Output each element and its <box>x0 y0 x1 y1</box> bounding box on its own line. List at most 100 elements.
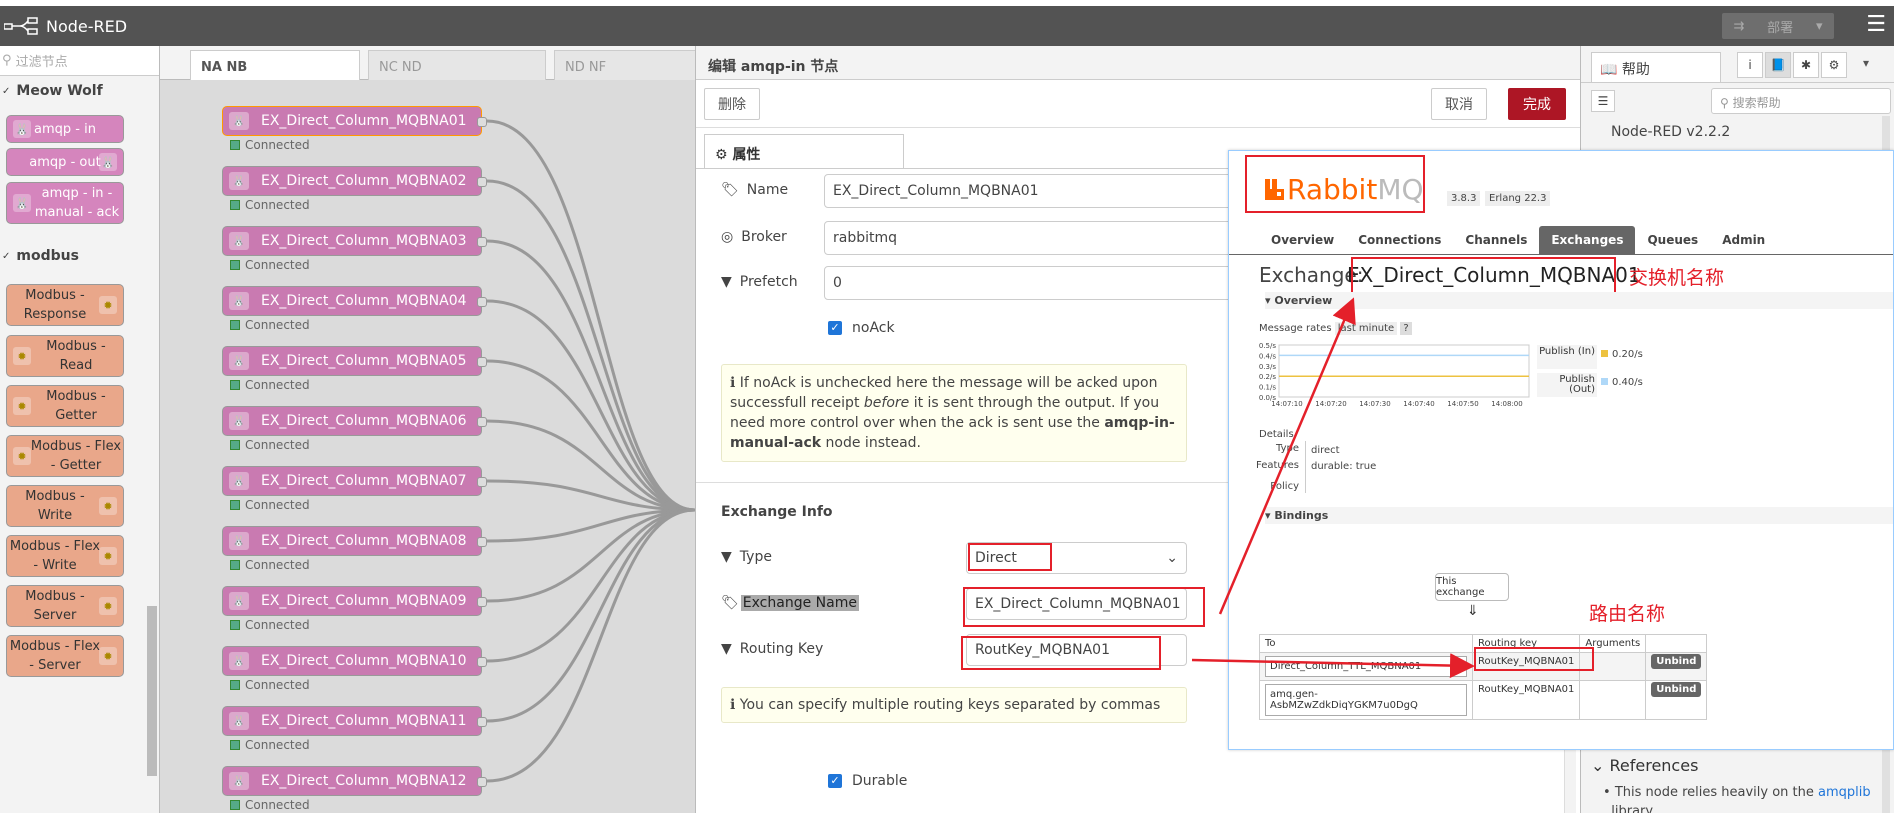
broker-row-label: ◎ Broker <box>721 229 787 245</box>
flow-node-label: EX_Direct_Column_MQBNA08 <box>261 533 467 549</box>
wire[interactable] <box>486 239 695 512</box>
book-icon[interactable]: 📘 <box>1765 52 1791 78</box>
palette-node-modbus-write[interactable]: Modbus - Write ✹ <box>6 485 124 527</box>
name-input[interactable]: EX_Direct_Column_MQBNA01 <box>824 174 1244 208</box>
palette-node-modbus-getter[interactable]: ✹ Modbus - Getter <box>6 385 124 427</box>
ref-text: This node relies heavily on the <box>1614 785 1819 800</box>
rate-range-select[interactable]: last minute <box>1334 322 1398 335</box>
durable-checkbox[interactable]: ✓ <box>828 774 842 788</box>
flow-node-amqp-in[interactable]: 🐰 EX_Direct_Column_MQBNA08 <box>222 526 487 556</box>
wire[interactable] <box>486 508 695 723</box>
app: Node-RED ⇉ 部署 ▾ ☰ ⚲ 过滤节点 ✓ Meow Wolf 🐰 amq… <box>0 0 1894 813</box>
flow-node-amqp-in[interactable]: 🐰 EX_Direct_Column_MQBNA07 <box>222 466 487 496</box>
rabbit-icon: 🐰 <box>13 194 31 212</box>
output-port[interactable] <box>477 597 487 607</box>
info-icon[interactable]: i <box>1737 52 1763 78</box>
palette-node-amqp-in-manual-ack[interactable]: 🐰 amqp - in - manual - ack <box>6 182 124 224</box>
rabbitmq-logo: Rabbit MQ <box>1265 173 1424 206</box>
output-port[interactable] <box>477 657 487 667</box>
durable-checkbox-row[interactable]: ✓ Durable <box>828 773 907 789</box>
output-port[interactable] <box>477 537 487 547</box>
tab-nd-nf[interactable]: ND NF <box>554 50 695 80</box>
flow-node-amqp-in[interactable]: 🐰 EX_Direct_Column_MQBNA03 <box>222 226 487 256</box>
output-port[interactable] <box>477 297 487 307</box>
output-port[interactable] <box>477 477 487 487</box>
palette-node-modbus-flex-getter[interactable]: ✹ Modbus - Flex - Getter <box>6 435 124 477</box>
tab-nc-nd[interactable]: NC ND <box>368 50 546 80</box>
flow-node-amqp-in[interactable]: 🐰 EX_Direct_Column_MQBNA04 <box>222 286 487 316</box>
palette-node-amqp-in[interactable]: 🐰 amqp - in <box>6 115 124 143</box>
output-port[interactable] <box>477 357 487 367</box>
tab-na-nb[interactable]: NA NB <box>190 50 360 80</box>
flow-node-amqp-in[interactable]: 🐰 EX_Direct_Column_MQBNA06 <box>222 406 487 436</box>
publish-in-value: 0.20/s <box>1601 349 1643 360</box>
palette-category-meow-wolf[interactable]: ✓ Meow Wolf <box>0 76 103 106</box>
output-port[interactable] <box>477 717 487 727</box>
palette-node-modbus-read[interactable]: ✹ Modbus - Read <box>6 335 124 377</box>
broker-input[interactable]: rabbitmq <box>824 221 1244 255</box>
palette-node-modbus-flex-server[interactable]: Modbus - Flex - Server ✹ <box>6 635 124 677</box>
flow-node-amqp-in[interactable]: 🐰 EX_Direct_Column_MQBNA12 <box>222 766 487 796</box>
overview-section[interactable]: ▾ Overview <box>1265 292 1893 309</box>
tab-properties[interactable]: ⚙ 属性 <box>704 134 904 168</box>
book-icon: 📖 <box>1600 62 1618 78</box>
menu-icon[interactable]: ☰ <box>1866 12 1886 37</box>
palette-scrollbar[interactable] <box>147 606 157 776</box>
amqplib-link[interactable]: amqplib <box>1818 785 1871 800</box>
flow-node-amqp-in[interactable]: 🐰 EX_Direct_Column_MQBNA01 <box>222 106 487 136</box>
flow-node-label: EX_Direct_Column_MQBNA06 <box>261 413 467 429</box>
output-port[interactable] <box>477 117 487 127</box>
queue-link[interactable]: Direct_Column_TTL_MQBNA01 <box>1265 656 1467 677</box>
help-version[interactable]: Node-RED v2.2.2 <box>1611 124 1730 140</box>
help-icon[interactable]: ? <box>1400 322 1412 335</box>
delete-button[interactable]: 删除 <box>704 88 760 120</box>
tab-exchanges[interactable]: Exchanges <box>1539 226 1636 254</box>
wire[interactable] <box>486 299 695 512</box>
chevron-down-icon[interactable]: ▾ <box>1816 19 1823 34</box>
help-search-input[interactable]: ⚲ 搜索帮助 <box>1711 88 1891 114</box>
palette-node-amqp-out[interactable]: amqp - out 🐰 <box>6 148 124 176</box>
flow-node-amqp-in[interactable]: 🐰 EX_Direct_Column_MQBNA10 <box>222 646 487 676</box>
node-status: Connected <box>230 738 310 752</box>
cancel-button[interactable]: 取消 <box>1431 88 1487 120</box>
queue-link[interactable]: amq.gen-AsbMZwZdkDiqYGKM7u0DgQ <box>1265 684 1467 716</box>
chevron-down-icon[interactable]: ▾ <box>1863 56 1869 70</box>
output-port[interactable] <box>477 177 487 187</box>
palette-node-modbus-server[interactable]: Modbus - Server ✹ <box>6 585 124 627</box>
done-button[interactable]: 完成 <box>1508 88 1566 120</box>
tab-channels[interactable]: Channels <box>1453 226 1539 254</box>
wire[interactable] <box>486 508 695 783</box>
flow-node-amqp-in[interactable]: 🐰 EX_Direct_Column_MQBNA02 <box>222 166 487 196</box>
references-heading[interactable]: ⌄ References <box>1591 756 1698 775</box>
bug-icon[interactable]: ✱ <box>1793 52 1819 78</box>
references-text: • This node relies heavily on the amqpli… <box>1603 783 1893 813</box>
prefetch-input[interactable]: 0 <box>824 266 1244 300</box>
tab-connections[interactable]: Connections <box>1346 226 1453 254</box>
tab-queues[interactable]: Queues <box>1635 226 1710 254</box>
noack-checkbox[interactable]: ✓ <box>828 321 842 335</box>
flow-node-amqp-in[interactable]: 🐰 EX_Direct_Column_MQBNA09 <box>222 586 487 616</box>
output-port[interactable] <box>477 777 487 787</box>
output-port[interactable] <box>477 417 487 427</box>
gear-icon[interactable]: ⚙ <box>1821 52 1847 78</box>
deploy-button[interactable]: ⇉ 部署 ▾ <box>1722 13 1834 39</box>
palette-category-modbus[interactable]: ✓ modbus <box>0 241 79 271</box>
flow-node-amqp-in[interactable]: 🐰 EX_Direct_Column_MQBNA11 <box>222 706 487 736</box>
list-icon[interactable]: ☰ <box>1591 90 1615 112</box>
tab-overview[interactable]: Overview <box>1259 226 1346 254</box>
tab-help[interactable]: 📖 帮助 <box>1591 52 1721 82</box>
wire[interactable] <box>486 508 695 663</box>
palette-node-modbus-response[interactable]: Modbus - Response ✹ <box>6 284 124 326</box>
unbind-button[interactable]: Unbind <box>1651 654 1702 669</box>
noack-checkbox-row[interactable]: ✓ noAck <box>828 320 895 336</box>
tab-admin[interactable]: Admin <box>1710 226 1777 254</box>
bindings-section[interactable]: ▾ Bindings <box>1265 507 1893 524</box>
unbind-button[interactable]: Unbind <box>1651 682 1702 697</box>
wire[interactable] <box>486 119 695 512</box>
output-port[interactable] <box>477 237 487 247</box>
flow-node-amqp-in[interactable]: 🐰 EX_Direct_Column_MQBNA05 <box>222 346 487 376</box>
wire[interactable] <box>486 508 695 603</box>
wire[interactable] <box>486 359 695 512</box>
palette-node-modbus-flex-write[interactable]: Modbus - Flex - Write ✹ <box>6 535 124 577</box>
palette-filter[interactable]: ⚲ 过滤节点 <box>0 46 159 76</box>
